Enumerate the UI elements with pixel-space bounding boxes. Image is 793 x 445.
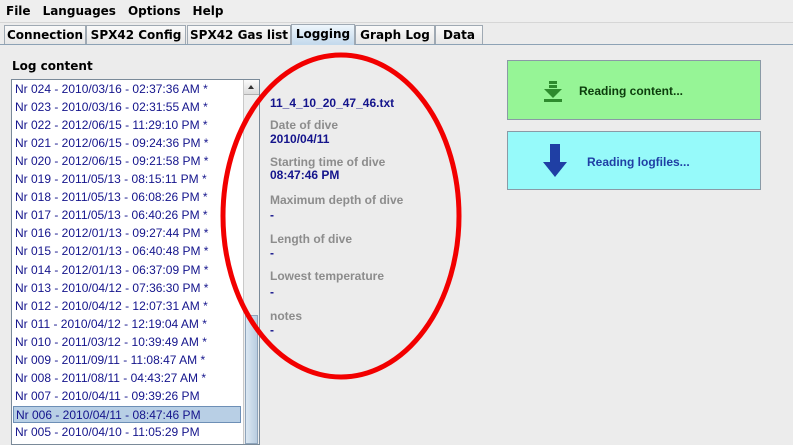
notes-label: notes: [270, 309, 303, 323]
log-list-item[interactable]: Nr 011 - 2010/04/12 - 12:19:04 AM *: [13, 316, 241, 333]
log-list-item[interactable]: Nr 009 - 2011/09/11 - 11:08:47 AM *: [13, 352, 241, 369]
dive-length-label: Length of dive: [270, 232, 352, 246]
max-depth-label: Maximum depth of dive: [270, 193, 404, 207]
log-list-item[interactable]: Nr 013 - 2010/04/12 - 07:36:30 PM *: [13, 280, 241, 297]
reading-logfiles-button[interactable]: Reading logfiles...: [507, 131, 761, 190]
start-time-label: Starting time of dive: [270, 155, 386, 169]
log-filename: 11_4_10_20_47_46.txt: [270, 96, 395, 110]
logging-panel: Log content Nr 024 - 2010/03/16 - 02:37:…: [0, 45, 793, 445]
log-list-item[interactable]: Nr 022 - 2012/06/15 - 11:29:10 PM *: [13, 117, 241, 134]
log-list[interactable]: Nr 024 - 2010/03/16 - 02:37:36 AM * Nr 02…: [11, 79, 260, 445]
download-arrow-icon: [544, 81, 562, 102]
scroll-up-button[interactable]: [244, 80, 259, 95]
menu-bar: File Languages Options Help: [0, 0, 793, 23]
log-list-item[interactable]: Nr 016 - 2012/01/13 - 09:27:44 PM *: [13, 225, 241, 242]
log-list-item[interactable]: Nr 008 - 2011/08/11 - 04:43:27 AM *: [13, 370, 241, 387]
log-list-item[interactable]: Nr 012 - 2010/04/12 - 12:07:31 AM *: [13, 298, 241, 315]
start-time-value: 08:47:46 PM: [270, 168, 340, 182]
date-of-dive-value: 2010/04/11: [270, 132, 330, 146]
dive-length-value: -: [270, 246, 274, 260]
tab-spx42-config[interactable]: SPX42 Config: [86, 25, 186, 44]
log-content-title: Log content: [12, 59, 93, 73]
reading-content-button[interactable]: Reading content...: [507, 60, 761, 120]
tab-graph-log[interactable]: Graph Log: [355, 25, 435, 44]
lowest-temp-label: Lowest temperature: [270, 269, 385, 283]
reading-logfiles-label: Reading logfiles...: [587, 155, 690, 169]
tab-logging[interactable]: Logging: [291, 24, 355, 45]
date-of-dive-label: Date of dive: [270, 118, 339, 132]
log-list-item[interactable]: Nr 014 - 2012/01/13 - 06:37:09 PM *: [13, 262, 241, 279]
log-list-item[interactable]: Nr 015 - 2012/01/13 - 06:40:48 PM *: [13, 243, 241, 260]
down-arrow-icon: [543, 144, 567, 177]
menu-file[interactable]: File: [0, 0, 37, 22]
log-list-item[interactable]: Nr 018 - 2011/05/13 - 06:08:26 PM *: [13, 189, 241, 206]
log-list-item[interactable]: Nr 021 - 2012/06/15 - 09:24:36 PM *: [13, 135, 241, 152]
log-list-item[interactable]: Nr 007 - 2010/04/11 - 09:39:26 PM: [13, 388, 241, 405]
log-list-item[interactable]: Nr 017 - 2011/05/13 - 06:40:26 PM *: [13, 207, 241, 224]
log-list-item[interactable]: Nr 019 - 2011/05/13 - 08:15:11 PM *: [13, 171, 241, 188]
menu-help[interactable]: Help: [187, 0, 230, 22]
menu-options[interactable]: Options: [122, 0, 187, 22]
scroll-thumb[interactable]: [245, 315, 258, 444]
log-list-scrollbar[interactable]: [243, 80, 259, 444]
max-depth-value: -: [270, 208, 274, 222]
log-list-item[interactable]: Nr 023 - 2010/03/16 - 02:31:55 AM *: [13, 99, 241, 116]
log-list-item[interactable]: Nr 010 - 2011/03/12 - 10:39:49 AM *: [13, 334, 241, 351]
log-list-item[interactable]: Nr 024 - 2010/03/16 - 02:37:36 AM *: [13, 81, 241, 98]
notes-value: -: [270, 323, 274, 337]
tab-bar: Connection SPX42 Config SPX42 Gas list L…: [0, 24, 793, 45]
tab-spx42-gas-list[interactable]: SPX42 Gas list: [187, 25, 291, 44]
menu-languages[interactable]: Languages: [37, 0, 122, 22]
log-list-item[interactable]: Nr 020 - 2012/06/15 - 09:21:58 PM *: [13, 153, 241, 170]
log-list-item[interactable]: Nr 006 - 2010/04/11 - 08:47:46 PM: [13, 406, 241, 424]
lowest-temp-value: -: [270, 285, 274, 299]
tab-connection[interactable]: Connection: [4, 25, 86, 44]
log-list-item[interactable]: Nr 005 - 2010/04/10 - 11:05:29 PM: [13, 424, 241, 441]
reading-content-label: Reading content...: [579, 84, 684, 98]
tab-data[interactable]: Data: [435, 25, 483, 44]
